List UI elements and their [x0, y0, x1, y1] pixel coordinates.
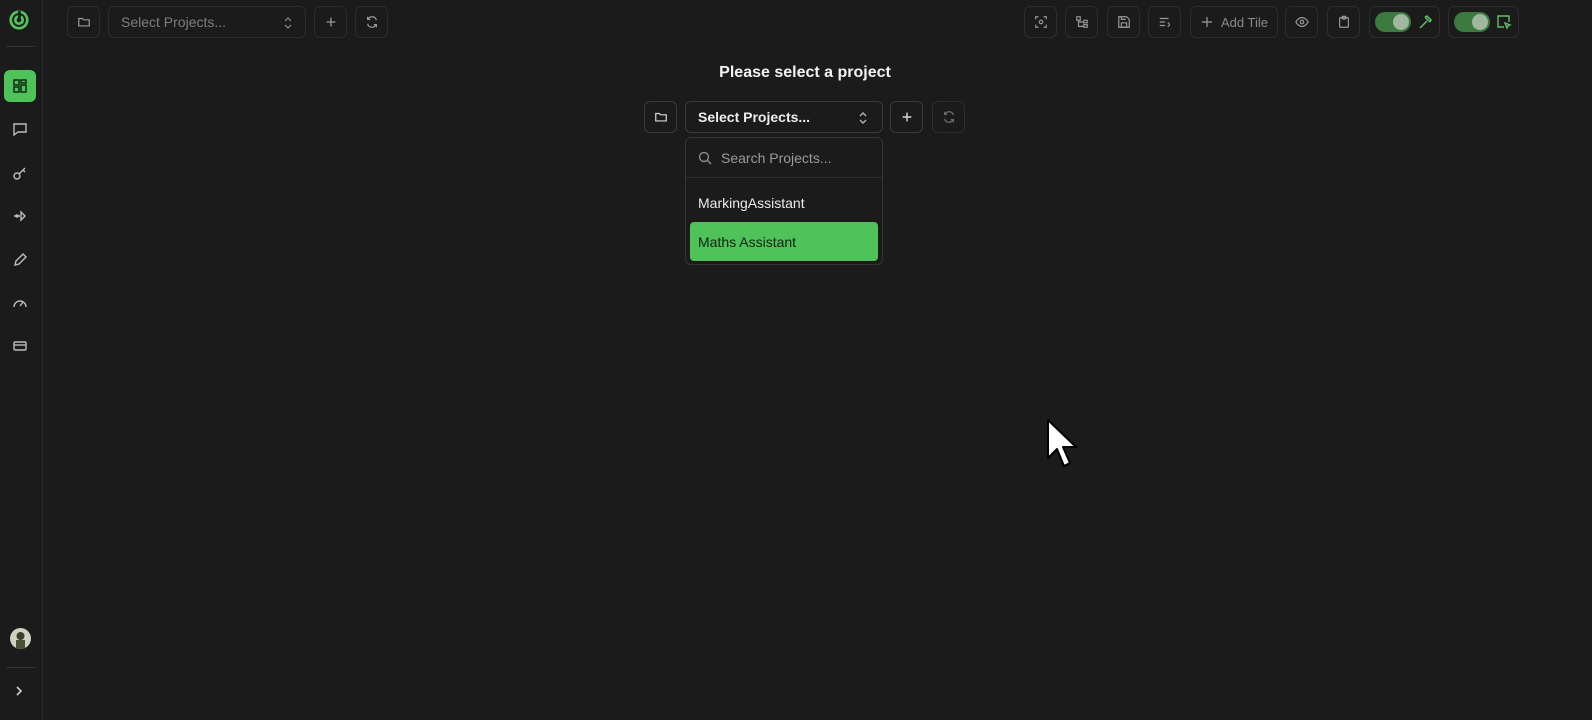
open-folder-button[interactable] — [67, 6, 100, 38]
dropdown-item-label: Maths Assistant — [698, 233, 797, 250]
sidebar-item-billing[interactable] — [4, 330, 36, 362]
sidebar-item-keys[interactable] — [4, 157, 36, 189]
chevron-up-down-icon — [284, 17, 292, 29]
eye-icon — [1294, 17, 1309, 27]
key-icon — [13, 167, 26, 180]
card-icon — [13, 341, 27, 351]
scan-icon — [1034, 16, 1047, 28]
list-settings-button[interactable] — [1148, 6, 1181, 38]
clipboard-icon — [1338, 15, 1349, 28]
project-select-label: Select Projects... — [698, 109, 811, 125]
chevron-right-icon[interactable] — [12, 684, 26, 698]
refresh-icon — [366, 16, 377, 28]
dropdown-item-maths-assistant[interactable]: Maths Assistant — [690, 222, 878, 261]
save-icon — [1117, 16, 1130, 28]
refresh-button[interactable] — [355, 6, 388, 38]
project-search — [686, 138, 882, 178]
project-dropdown: MarkingAssistant Maths Assistant — [685, 137, 883, 265]
mouse-pointer-icon — [1047, 419, 1077, 467]
project-select[interactable]: Select Projects... — [685, 101, 883, 133]
add-project-button[interactable] — [890, 101, 923, 133]
open-folder-button[interactable] — [644, 101, 677, 133]
dropdown-item-markingassistant[interactable]: MarkingAssistant — [690, 183, 878, 222]
save-button[interactable] — [1107, 6, 1140, 38]
sidebar-item-editor[interactable] — [4, 244, 36, 276]
avatar-image-icon — [16, 632, 25, 649]
clipboard-button[interactable] — [1327, 6, 1360, 38]
select-mode-toggle-group — [1448, 6, 1519, 38]
sidebar-divider — [6, 46, 35, 47]
avatar[interactable] — [10, 628, 31, 649]
folder-icon — [654, 112, 667, 122]
refresh-button[interactable] — [932, 101, 965, 133]
pointer-square-icon — [1497, 15, 1512, 30]
tree-icon — [1075, 16, 1088, 28]
list-icon — [1159, 17, 1170, 27]
add-tile-label: Add Tile — [1221, 14, 1268, 30]
app-window: Select Projects... Add Tile Please selec… — [0, 0, 1592, 720]
add-tile-button[interactable]: Add Tile — [1190, 6, 1278, 38]
build-mode-toggle-group — [1369, 6, 1440, 38]
page-title: Please select a project — [719, 64, 891, 81]
build-mode-toggle[interactable] — [1375, 12, 1411, 32]
add-project-button[interactable] — [314, 6, 347, 38]
app-logo-icon[interactable] — [8, 9, 30, 31]
plus-icon — [902, 112, 911, 122]
folder-icon — [77, 17, 90, 27]
plus-icon — [326, 17, 335, 27]
sidebar-item-performance[interactable] — [4, 287, 36, 319]
chat-icon — [13, 123, 27, 137]
dropdown-item-label: MarkingAssistant — [698, 194, 805, 211]
sidebar — [0, 0, 43, 720]
chevron-up-down-icon — [859, 112, 867, 124]
sidebar-item-chat[interactable] — [4, 113, 36, 145]
gauge-icon — [13, 300, 27, 308]
search-projects-input[interactable] — [721, 149, 871, 166]
sidebar-item-routes[interactable] — [4, 200, 36, 232]
project-select[interactable]: Select Projects... — [108, 6, 306, 38]
preview-button[interactable] — [1285, 6, 1318, 38]
project-select-placeholder: Select Projects... — [121, 14, 227, 30]
hammer-icon — [1419, 15, 1432, 29]
pen-icon — [14, 253, 27, 266]
route-icon — [14, 210, 26, 222]
sidebar-divider — [6, 667, 35, 668]
search-icon — [698, 151, 712, 164]
plus-icon — [1202, 17, 1212, 27]
focus-button[interactable] — [1024, 6, 1057, 38]
select-mode-toggle[interactable] — [1454, 12, 1490, 32]
hierarchy-button[interactable] — [1065, 6, 1098, 38]
refresh-icon — [943, 111, 954, 123]
